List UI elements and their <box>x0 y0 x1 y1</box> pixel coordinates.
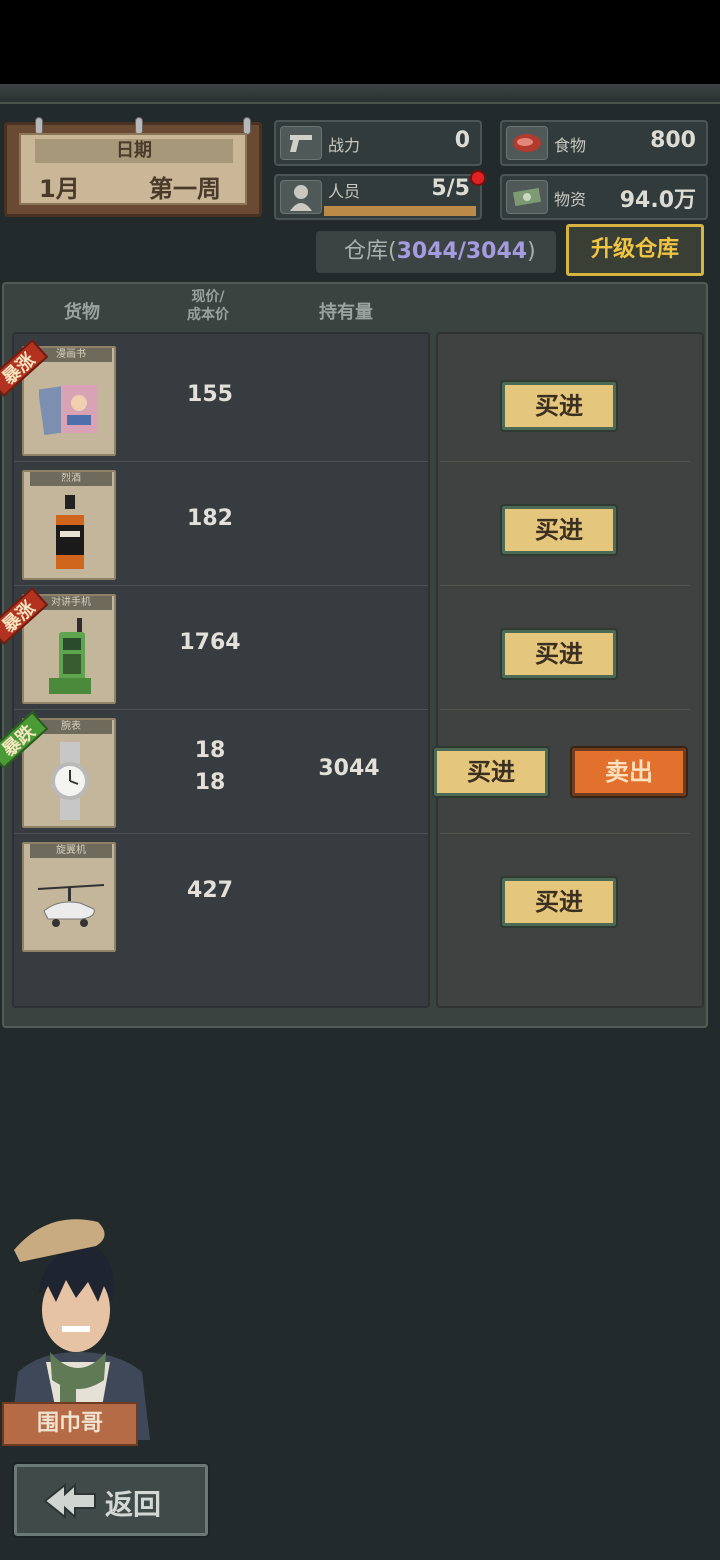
pistol-icon <box>280 126 322 160</box>
column-price: 现价/ 成本价 <box>168 288 248 324</box>
top-border <box>0 84 720 104</box>
buy-button[interactable]: 买进 <box>500 380 618 432</box>
buy-button[interactable]: 买进 <box>500 504 618 556</box>
back-button-label: 返回 <box>105 1488 162 1521</box>
date-week: 第一周 <box>149 175 221 203</box>
table-row: 腕表 暴跌 18 18 3044 买进 卖出 <box>0 710 710 834</box>
character-name-plate: 围巾哥 <box>2 1402 138 1446</box>
back-button[interactable]: 返回 <box>12 1462 210 1538</box>
stat-supplies-label: 物资 <box>554 190 587 209</box>
gyrocopter-icon <box>34 866 106 944</box>
steak-icon <box>506 126 548 160</box>
upgrade-warehouse-button[interactable]: 升级仓库 <box>566 224 704 276</box>
warehouse-capacity: 仓库(3044/3044) <box>316 231 556 273</box>
warehouse-count: 3044/3044 <box>396 239 528 264</box>
stat-staff[interactable]: 人员 5/5 <box>274 170 486 220</box>
item-card[interactable]: 旋翼机 <box>22 842 116 952</box>
stat-staff-value: 5/5 <box>431 176 470 201</box>
table-row: 旋翼机 427 买进 <box>4 834 710 958</box>
column-price-line2: 成本价 <box>187 307 229 323</box>
item-card[interactable]: 烈酒 <box>22 470 116 580</box>
wristwatch-icon <box>34 742 106 820</box>
item-current-price: 182 <box>187 506 233 531</box>
stat-power[interactable]: 战力 0 <box>274 120 482 166</box>
stat-power-label: 战力 <box>328 136 361 155</box>
cash-icon <box>506 180 548 214</box>
buy-button[interactable]: 买进 <box>432 746 550 798</box>
sell-button[interactable]: 卖出 <box>570 746 688 798</box>
column-goods: 货物 <box>64 302 100 323</box>
stat-supplies-value: 94.0万 <box>619 188 696 213</box>
buy-button[interactable]: 买进 <box>500 628 618 680</box>
person-icon <box>280 180 322 214</box>
buy-button[interactable]: 买进 <box>500 876 618 928</box>
warehouse-label: 仓库 <box>344 239 389 264</box>
comic-book-icon <box>34 370 106 448</box>
item-holding: 3044 <box>318 756 380 781</box>
item-current-price: 18 <box>194 738 226 763</box>
date-title: 日期 <box>35 139 233 163</box>
table-row: 对讲手机 暴涨 1764 买进 <box>0 586 710 710</box>
item-tag: 烈酒 <box>30 472 112 486</box>
table-row: 烈酒 182 买进 <box>4 462 710 586</box>
item-current-price: 1764 <box>179 630 241 655</box>
stat-food-label: 食物 <box>554 136 587 155</box>
table-row: 漫画书 暴涨 155 买进 <box>0 338 710 462</box>
whiskey-bottle-icon <box>34 494 106 572</box>
stat-food[interactable]: 食物 800 <box>500 120 708 166</box>
item-current-price: 427 <box>187 878 233 903</box>
date-board: 日期 1月 第一周 <box>4 117 262 217</box>
walkie-talkie-icon <box>34 618 106 696</box>
column-holding: 持有量 <box>319 302 373 323</box>
stat-power-value: 0 <box>454 128 470 153</box>
item-current-price: 155 <box>187 382 233 407</box>
date-month: 1月 <box>39 175 80 203</box>
item-cost-price: 18 <box>194 770 226 795</box>
item-tag: 旋翼机 <box>30 844 112 858</box>
stat-supplies[interactable]: 物资 94.0万 <box>500 174 708 220</box>
stat-food-value: 800 <box>650 128 696 153</box>
stat-staff-label: 人员 <box>328 182 361 201</box>
notification-dot <box>470 170 486 186</box>
column-price-line1: 现价/ <box>191 289 225 305</box>
double-arrow-left-icon <box>43 1481 97 1521</box>
staff-progress-bar <box>324 206 476 216</box>
trade-panel: 货物 现价/ 成本价 持有量 漫画书 暴涨 155 买进 烈酒 182 买进 对讲手机… <box>0 282 710 1028</box>
game-screen: 日期 1月 第一周 战力 0 食物 800 人员 5/5 物资 94.0万 仓库… <box>0 84 720 1560</box>
